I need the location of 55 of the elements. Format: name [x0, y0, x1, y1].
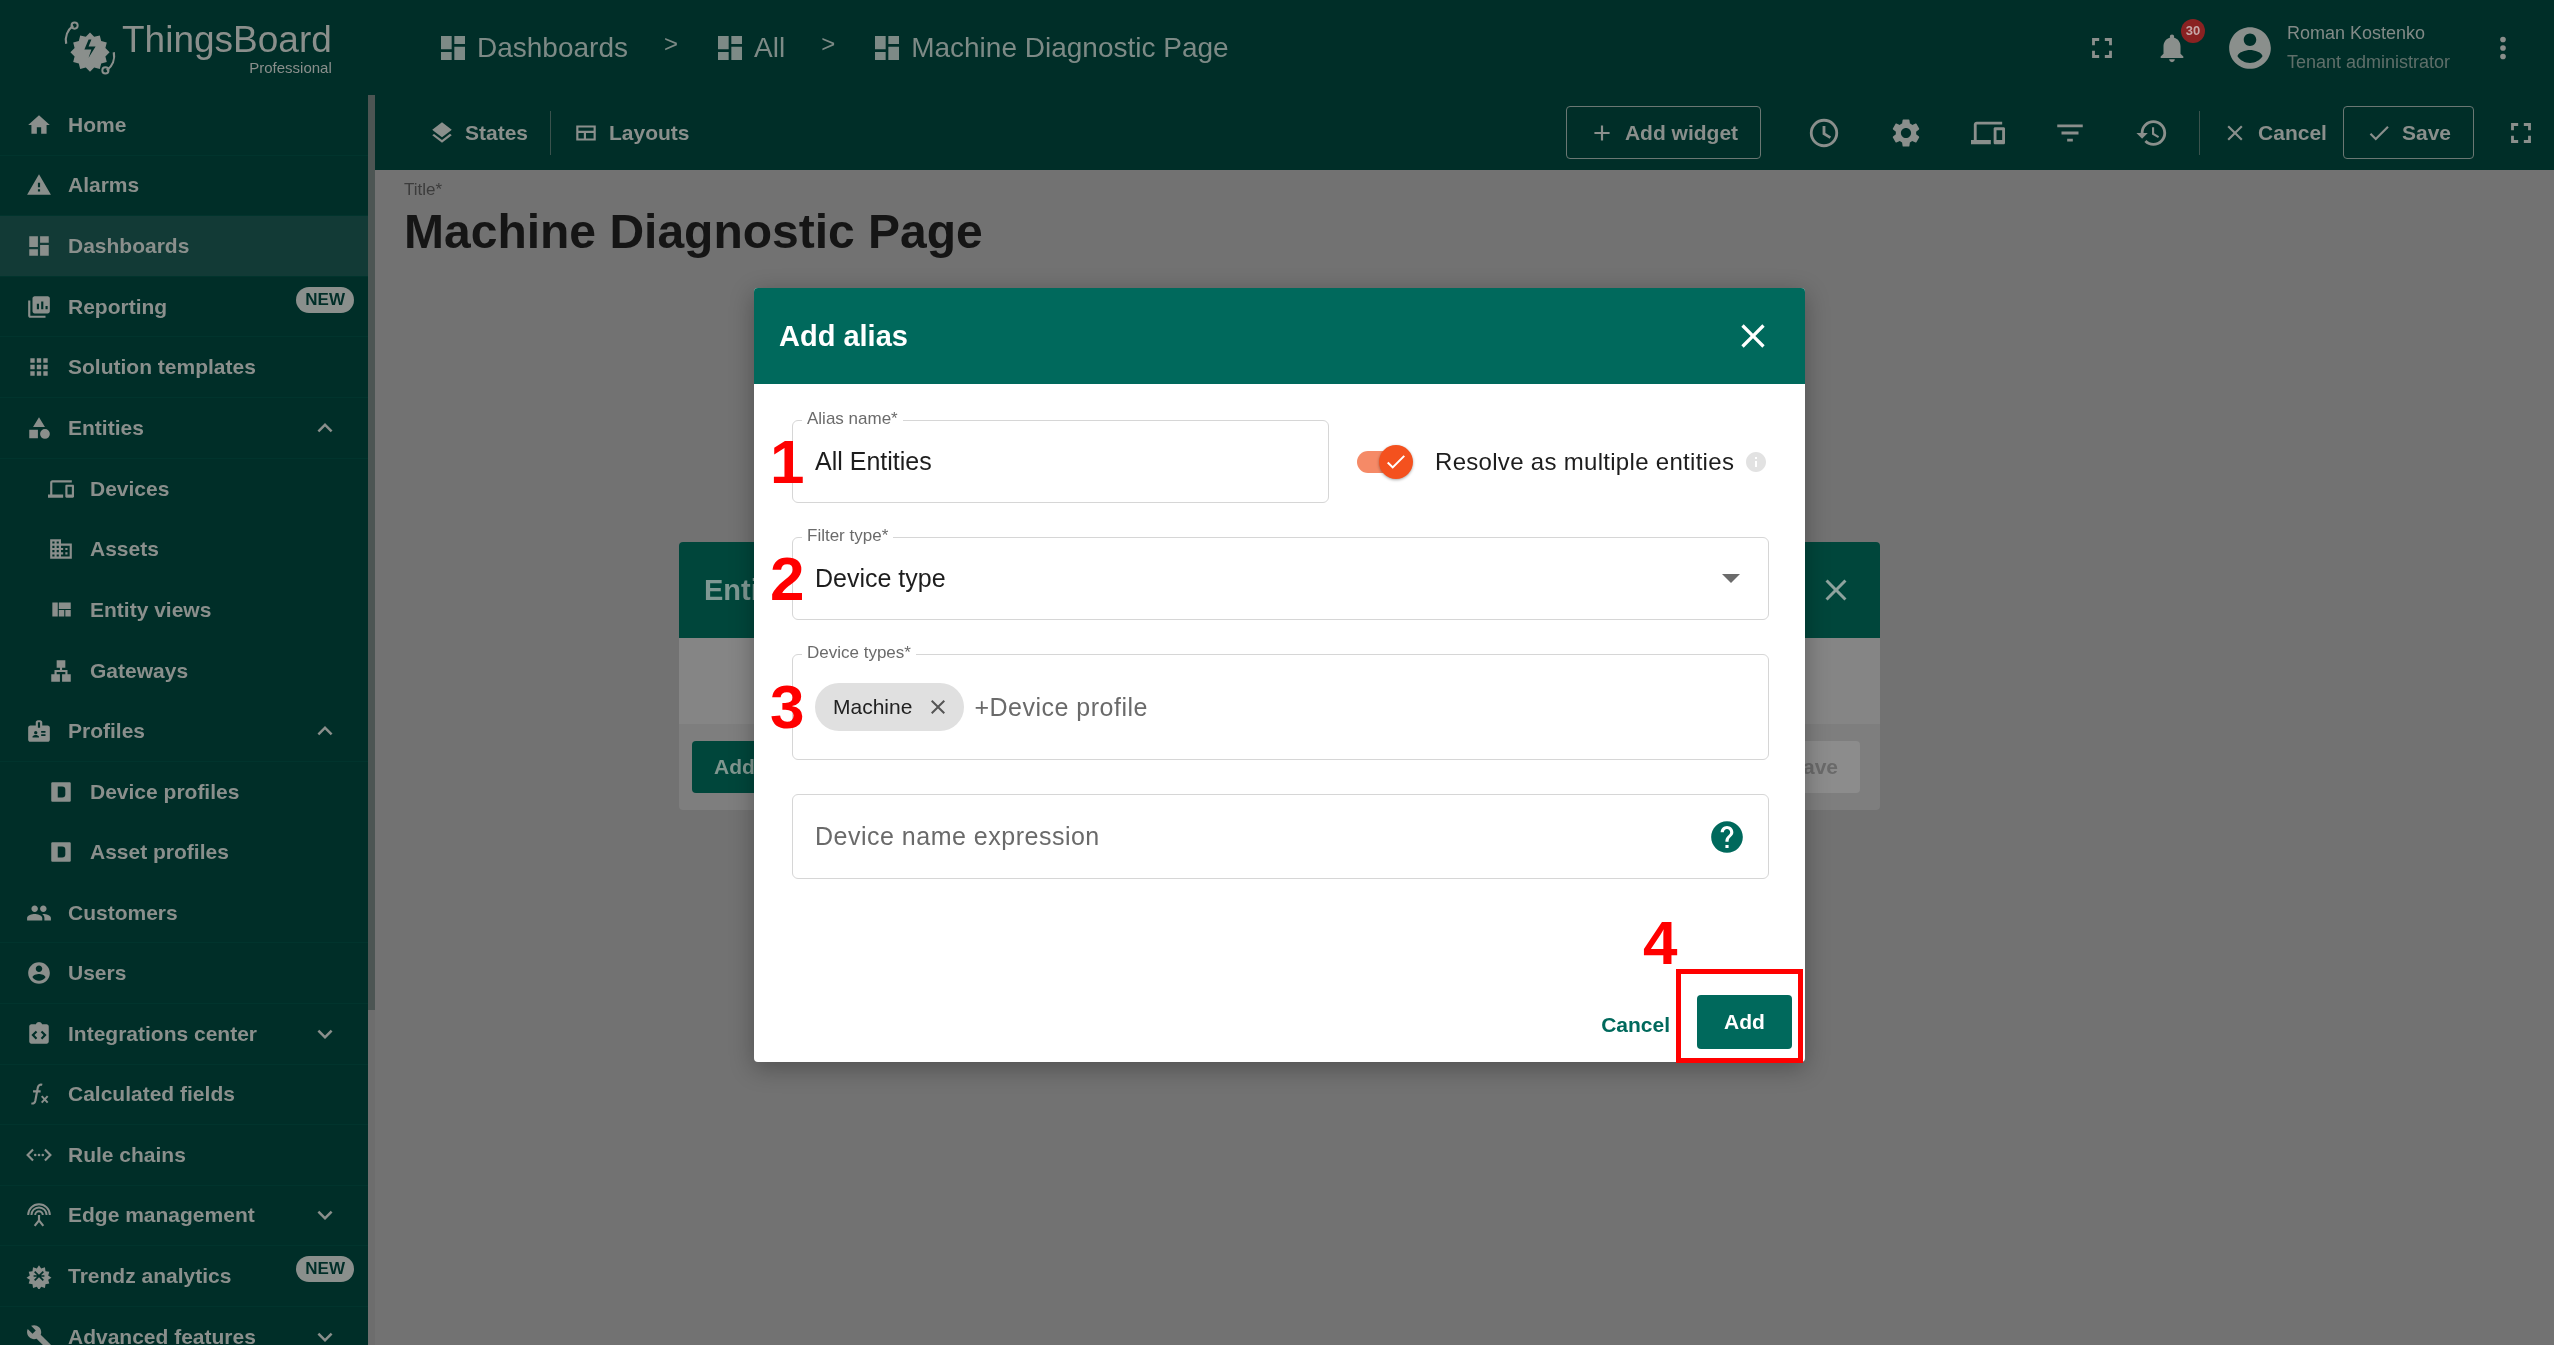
breadcrumb-link[interactable]: Machine Diagnostic Page: [871, 31, 1229, 64]
breadcrumb-separator: >: [664, 29, 678, 58]
breadcrumb-separator: >: [821, 29, 836, 58]
cancel-button[interactable]: Cancel: [1601, 1003, 1670, 1047]
clipboard-code-icon: [26, 1020, 52, 1047]
sidebar-item[interactable]: Device profiles: [0, 761, 368, 823]
toggle-label: Resolve as multiple entities: [1435, 447, 1735, 476]
sidebar-item[interactable]: Trendz analytics NEW: [0, 1246, 368, 1307]
sidebar-item[interactable]: Entities: [0, 397, 368, 459]
dashboard-title[interactable]: Machine Diagnostic Page: [404, 204, 2525, 259]
sidebar-item[interactable]: Home: [0, 95, 368, 156]
toolbar-button[interactable]: States: [413, 111, 545, 154]
sidebar-item[interactable]: Devices: [0, 458, 368, 520]
sidebar-item[interactable]: Asset profiles: [0, 822, 368, 883]
logo-subtitle: Professional: [249, 59, 332, 76]
cancel-button[interactable]: Cancel: [2206, 111, 2343, 154]
check-icon: [1387, 454, 1405, 469]
gear-icon: [26, 1263, 52, 1290]
dialog-title: Add alias: [779, 319, 908, 353]
notification-count: 30: [2180, 18, 2205, 43]
user-role: Tenant administrator: [2286, 51, 2450, 73]
scrollbar[interactable]: [368, 95, 375, 1345]
sidebar-item[interactable]: Profiles: [0, 700, 368, 762]
toolbar-button[interactable]: Layouts: [557, 111, 706, 154]
account-icon: [26, 960, 52, 987]
new-badge: NEW: [296, 1256, 354, 1283]
antenna-icon: [26, 1202, 52, 1229]
new-badge: NEW: [296, 286, 354, 313]
logo-text: ThingsBoard: [122, 19, 332, 60]
chip[interactable]: Machine: [815, 683, 965, 731]
sidebar-item[interactable]: Gateways: [0, 640, 368, 701]
dropdown-arrow-icon: [1722, 574, 1740, 583]
step-number: 4: [1643, 912, 1678, 974]
sidebar-item[interactable]: Edge management: [0, 1185, 368, 1247]
hierarchy-icon: [48, 657, 74, 684]
dashboard-icon: [26, 233, 52, 259]
wrench-icon: [26, 1323, 52, 1345]
sidebar-item[interactable]: Entity views: [0, 579, 368, 641]
save-button[interactable]: Save: [2342, 106, 2474, 159]
add-widget-button[interactable]: Add widget: [1565, 106, 1762, 159]
sidebar-item[interactable]: Solution templates: [0, 337, 368, 398]
toggle-switch[interactable]: [1357, 444, 1413, 479]
add-button[interactable]: Add: [1697, 995, 1792, 1049]
user-name: Roman Kostenko: [2286, 22, 2426, 44]
sidebar-item[interactable]: Assets: [0, 519, 368, 580]
sidebar-item[interactable]: Customers: [0, 882, 368, 944]
sidebar-item[interactable]: Reporting NEW: [0, 276, 368, 338]
sidebar-item[interactable]: Dashboards: [0, 216, 368, 277]
logo-icon: [62, 19, 118, 76]
id-badge-icon: [26, 717, 52, 744]
breadcrumb-link[interactable]: Dashboards: [437, 31, 628, 64]
chart-icon: [26, 293, 52, 320]
breadcrumb-link[interactable]: All: [714, 31, 786, 64]
sidebar-item[interactable]: Integrations center: [0, 1003, 368, 1065]
sidebar-item[interactable]: Users: [0, 943, 368, 1004]
